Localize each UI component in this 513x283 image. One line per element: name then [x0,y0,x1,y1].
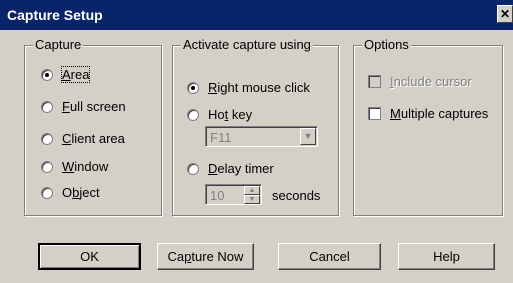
radio-indicator [41,68,53,81]
close-button[interactable]: ✕ [497,5,513,23]
spin-up-icon[interactable]: ▲ [244,186,260,195]
radio-indicator [187,162,199,175]
close-icon: ✕ [499,7,511,21]
delay-value: 10 [210,188,225,203]
cancel-button[interactable]: Cancel [278,243,381,270]
radio-area-label: Area [60,66,91,83]
multiple-captures-checkbox[interactable]: Multiple captures [368,106,488,121]
radio-client-area[interactable]: Client area [41,131,125,146]
activate-group-label: Activate capture using [181,37,313,52]
radio-indicator [41,160,53,173]
radio-indicator [41,186,53,199]
radio-indicator [41,132,53,145]
checkbox-box [368,75,381,88]
radio-full-screen-label: Full screen [62,99,126,114]
capture-setup-dialog: Capture Setup ✕ Capture Area Full screen… [0,0,513,283]
radio-full-screen[interactable]: Full screen [41,99,126,114]
seconds-label: seconds [272,188,321,203]
include-cursor-label: Include cursor [390,74,472,89]
title-bar: Capture Setup ✕ [0,0,513,30]
radio-area[interactable]: Area [41,66,91,83]
radio-hot-key[interactable]: Hot key [187,107,252,122]
checkbox-box [368,107,381,120]
radio-right-mouse-click-label: Right mouse click [208,80,310,95]
radio-indicator [41,100,53,113]
radio-hot-key-label: Hot key [208,107,253,122]
radio-client-area-label: Client area [62,131,125,146]
options-group-label: Options [362,37,411,52]
radio-delay-timer[interactable]: Delay timer [187,161,274,176]
radio-object[interactable]: Object [41,185,100,200]
radio-delay-timer-label: Delay timer [208,161,274,176]
ok-button[interactable]: OK [38,243,141,270]
capture-group-label: Capture [33,37,84,52]
radio-indicator [187,108,199,121]
radio-object-label: Object [62,185,100,200]
capture-now-button[interactable]: Capture Now [157,243,254,270]
delay-spinner[interactable]: 10 ▲ ▼ [205,184,262,205]
help-button[interactable]: Help [398,243,495,270]
radio-window-label: Window [62,159,109,174]
include-cursor-checkbox[interactable]: Include cursor [368,74,472,89]
multiple-captures-label: Multiple captures [390,106,489,121]
options-group: Options [353,37,503,216]
radio-indicator [187,81,199,94]
chevron-down-icon[interactable]: ▼ [300,128,316,145]
radio-right-mouse-click[interactable]: Right mouse click [187,80,310,95]
radio-window[interactable]: Window [41,159,108,174]
spin-down-icon[interactable]: ▼ [244,195,260,204]
hot-key-value: F11 [210,130,232,145]
window-title: Capture Setup [7,7,103,23]
hot-key-dropdown[interactable]: F11 ▼ [205,126,318,147]
